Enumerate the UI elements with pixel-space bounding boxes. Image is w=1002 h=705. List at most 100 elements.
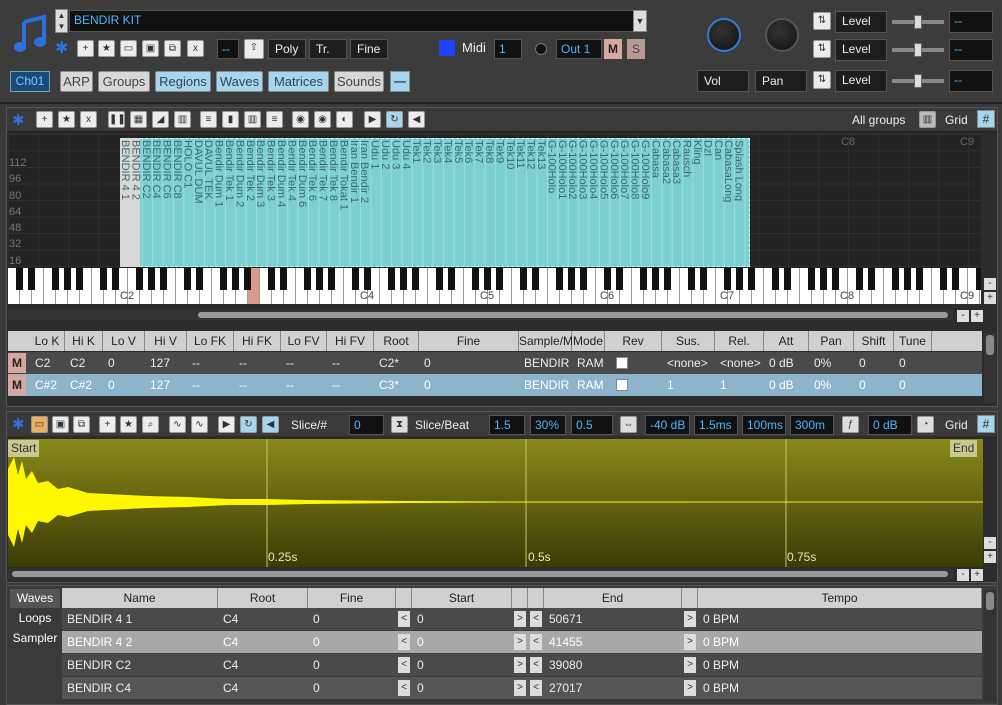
align-right-icon[interactable]: ≡ (266, 111, 283, 128)
increment-button[interactable]: > (684, 634, 696, 650)
region-star-button[interactable]: ★ (58, 111, 75, 128)
cell-fine[interactable]: 0 (308, 631, 396, 653)
align-left-icon[interactable]: ≡ (200, 111, 217, 128)
wave-table-scrollbar[interactable] (984, 590, 996, 702)
black-key[interactable] (784, 268, 791, 290)
increment-button[interactable]: > (684, 680, 696, 696)
palette-icon[interactable]: ◉ (292, 111, 309, 128)
level-3-icon[interactable]: ⇅ (813, 71, 831, 89)
close-button[interactable]: x (187, 40, 204, 57)
piano-icon[interactable]: ▥ (244, 111, 261, 128)
decrement-button[interactable]: < (530, 611, 542, 627)
increment-button[interactable]: > (684, 611, 696, 627)
black-key[interactable] (364, 268, 371, 290)
increment-button[interactable]: > (514, 634, 526, 650)
cell-att[interactable]: 0 dB (764, 374, 809, 396)
reverse-checkbox[interactable] (616, 379, 628, 391)
cell-fine[interactable]: 0 (419, 374, 519, 396)
wave-add-button[interactable]: + (99, 416, 116, 433)
cell-fine[interactable]: 0 (308, 677, 396, 699)
black-key[interactable] (400, 268, 407, 290)
cell-lofk[interactable]: -- (187, 352, 234, 374)
black-key[interactable] (568, 268, 575, 290)
wave-zoom-plus[interactable]: + (971, 569, 983, 581)
end-marker[interactable]: End (950, 440, 978, 457)
table-row[interactable]: BENDIR C2 C4 0 <0 > <39080 >0 BPM (62, 654, 982, 676)
black-key[interactable] (196, 268, 203, 290)
cell-lov[interactable]: 0 (103, 374, 145, 396)
side-tab-sampler[interactable]: Sampler (10, 629, 60, 648)
black-key[interactable] (856, 268, 863, 290)
wave-copy-icon[interactable]: ⧉ (73, 416, 90, 433)
decrement-button[interactable]: < (530, 657, 542, 673)
black-key[interactable] (904, 268, 911, 290)
black-key[interactable] (472, 268, 479, 290)
cell-tempo[interactable]: 0 BPM (698, 631, 982, 653)
tab-matrices[interactable]: Matrices (268, 71, 329, 92)
decrement-button[interactable]: < (398, 634, 410, 650)
increment-button[interactable]: > (514, 657, 526, 673)
cell-root[interactable]: C4 (218, 677, 308, 699)
color-icon[interactable]: ◉ (314, 111, 331, 128)
wave-play-icon[interactable]: ▶ (218, 416, 235, 433)
cell-tempo[interactable]: 0 BPM (698, 654, 982, 676)
black-key[interactable] (748, 268, 755, 290)
black-key[interactable] (352, 268, 359, 290)
black-key[interactable] (160, 268, 167, 290)
black-key[interactable] (580, 268, 587, 290)
kit-dropdown-button[interactable]: ▼ (633, 10, 647, 32)
cell-hiv[interactable]: 127 (145, 374, 187, 396)
column-header[interactable]: Sample/Matrix (519, 331, 596, 351)
all-groups-label[interactable]: All groups (852, 113, 905, 127)
wave-v-minus[interactable]: - (984, 537, 996, 549)
output-knob-icon[interactable] (535, 43, 547, 55)
column-header[interactable]: Mode (572, 331, 605, 351)
column-header[interactable]: Pan (809, 331, 854, 351)
level-2-icon[interactable]: ⇅ (813, 40, 831, 58)
cell-start[interactable]: 0 (412, 677, 512, 699)
cell-lok[interactable]: C#2 (30, 374, 65, 396)
program-field[interactable]: -- (217, 39, 239, 59)
wave-folder-icon[interactable]: ▭ (31, 416, 48, 433)
cell-mode[interactable]: RAM (572, 352, 605, 374)
loop-icon[interactable]: ↻ (386, 111, 403, 128)
column-header[interactable]: Root (374, 331, 419, 351)
folder-icon[interactable]: ▭ (120, 40, 137, 57)
cell-rel[interactable]: 1 (715, 374, 764, 396)
black-key[interactable] (640, 268, 647, 290)
reverse-checkbox[interactable] (616, 357, 628, 369)
cell-root[interactable]: C4 (218, 631, 308, 653)
black-key[interactable] (820, 268, 827, 290)
cell-shift[interactable]: 0 (854, 352, 894, 374)
black-key[interactable] (436, 268, 443, 290)
speaker-icon[interactable]: ◀ (408, 111, 425, 128)
black-key[interactable] (868, 268, 875, 290)
cell-rel[interactable]: <none> (715, 352, 764, 374)
black-key[interactable] (328, 268, 335, 290)
cell-lok[interactable]: C2 (30, 352, 65, 374)
hold-field[interactable]: 100ms (742, 415, 786, 435)
cell-hiv[interactable]: 127 (145, 352, 187, 374)
waveform-display[interactable] (8, 439, 983, 567)
black-key[interactable] (184, 268, 191, 290)
column-header[interactable]: Lo FV (281, 331, 327, 351)
fine-button[interactable]: Fine (350, 39, 388, 59)
cell-start[interactable]: 0 (412, 608, 512, 630)
level-1-slider[interactable] (892, 15, 944, 29)
contrast-icon[interactable]: ◐ (336, 111, 353, 128)
tab-arp[interactable]: ARP (60, 71, 93, 92)
column-header[interactable]: Tune (894, 331, 932, 351)
cell-start[interactable]: 0 (412, 654, 512, 676)
black-key[interactable] (556, 268, 563, 290)
black-key[interactable] (700, 268, 707, 290)
cell-end[interactable]: 41455 (544, 631, 682, 653)
cell-lov[interactable]: 0 (103, 352, 145, 374)
column-header[interactable]: Shift (854, 331, 894, 351)
decrement-button[interactable]: < (398, 680, 410, 696)
cell-pan[interactable]: 0% (809, 374, 854, 396)
black-key[interactable] (76, 268, 83, 290)
black-key[interactable] (100, 268, 107, 290)
black-key[interactable] (916, 268, 923, 290)
mute-button[interactable]: M (604, 39, 622, 59)
black-key[interactable] (28, 268, 35, 290)
